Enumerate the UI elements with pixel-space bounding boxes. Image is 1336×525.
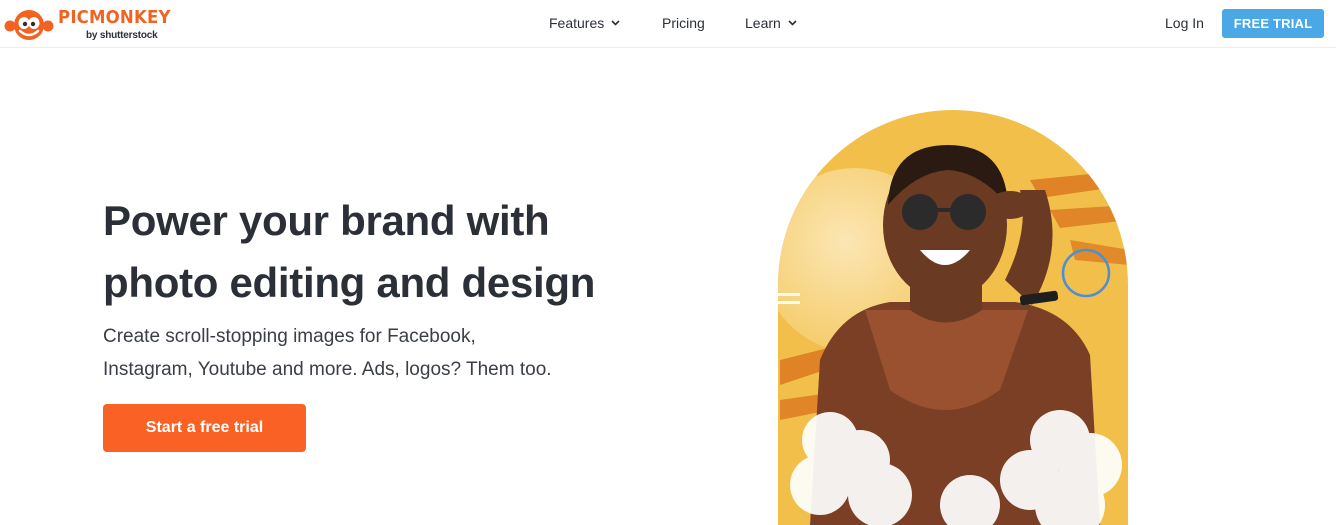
site-header: PICMONKEY by shutterstock Features Prici… [0,0,1336,48]
nav-item-label: Features [549,15,605,31]
hero-title-line-2: photo editing and design [103,259,596,306]
nav-item-label: Pricing [662,15,705,31]
hero-subtitle: Create scroll-stopping images for Facebo… [103,320,573,386]
logo-byline: by shutterstock [86,30,158,41]
logo-wordmark: PICMONKEY [58,7,171,28]
nav-item-features[interactable]: Features [549,15,620,31]
hero-title-line-1: Power your brand with [103,197,550,244]
hero-subtitle-line-2: Instagram, Youtube and more. Ads, logos?… [103,359,552,380]
picmonkey-logo[interactable]: PICMONKEY by shutterstock [4,6,171,44]
chevron-down-icon [788,20,797,26]
start-free-trial-button[interactable]: Start a free trial [103,404,306,452]
nav-item-learn[interactable]: Learn [745,15,797,31]
hero-title: Power your brand with photo editing and … [103,190,623,314]
chevron-down-icon [611,20,620,26]
hero-photo [778,110,1128,525]
login-link[interactable]: Log In [1165,15,1204,31]
nav-item-label: Learn [745,15,781,31]
hero-subtitle-line-1: Create scroll-stopping images for Facebo… [103,326,476,347]
free-trial-button[interactable]: FREE TRIAL [1222,9,1324,38]
monkey-logo-icon [4,10,54,40]
nav-item-pricing[interactable]: Pricing [662,15,705,31]
